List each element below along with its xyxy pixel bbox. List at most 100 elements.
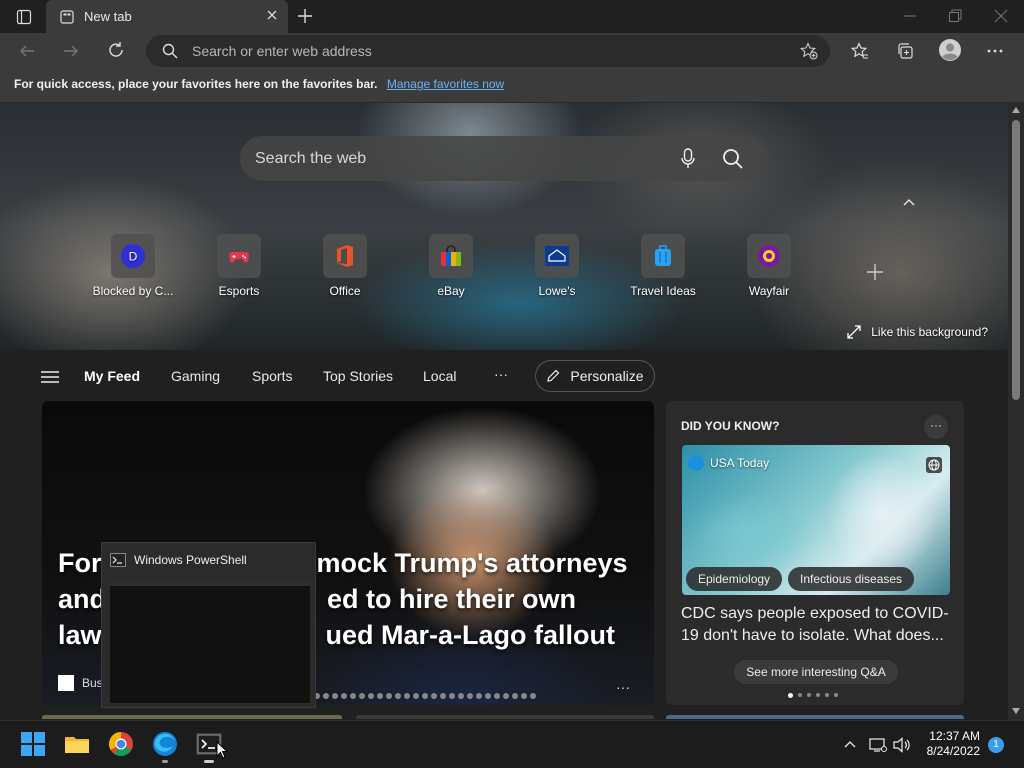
- see-more-qa-button[interactable]: See more interesting Q&A: [734, 660, 898, 684]
- tab-new-tab[interactable]: New tab: [46, 0, 288, 33]
- carousel-dot[interactable]: [476, 693, 482, 699]
- system-clock[interactable]: 12:37 AM 8/24/2022: [927, 729, 980, 759]
- add-favorite-icon[interactable]: [800, 42, 818, 60]
- new-tab-plus-icon[interactable]: [296, 7, 314, 25]
- settings-more-icon[interactable]: [986, 42, 1004, 60]
- show-hidden-icons-chevron-icon[interactable]: [843, 739, 857, 749]
- scroll-up-arrow-icon[interactable]: [1012, 107, 1020, 113]
- web-search-icon[interactable]: [722, 148, 744, 170]
- scroll-down-arrow-icon[interactable]: [1012, 708, 1020, 714]
- address-bar[interactable]: [146, 35, 830, 67]
- web-search-box[interactable]: [240, 136, 768, 181]
- carousel-dot[interactable]: [494, 693, 500, 699]
- quick-link-wayfair[interactable]: Wayfair: [719, 234, 819, 298]
- collections-icon[interactable]: [896, 42, 914, 60]
- forward-icon[interactable]: [62, 42, 80, 60]
- address-input[interactable]: [192, 42, 752, 60]
- carousel-dot[interactable]: [359, 693, 365, 699]
- microphone-icon[interactable]: [680, 148, 696, 170]
- carousel-dot[interactable]: [341, 693, 347, 699]
- carousel-dot[interactable]: [807, 693, 811, 697]
- tab-local[interactable]: Local: [423, 368, 456, 384]
- carousel-dot[interactable]: [377, 693, 383, 699]
- powershell-taskbar-preview[interactable]: Windows PowerShell: [101, 542, 316, 708]
- did-you-know-card[interactable]: DID YOU KNOW? ··· USA Today Epidemiology…: [666, 401, 964, 705]
- carousel-dot[interactable]: [825, 693, 829, 697]
- carousel-dot[interactable]: [503, 693, 509, 699]
- did-you-know-more-button[interactable]: ···: [924, 415, 948, 439]
- page-scrollbar[interactable]: [1008, 103, 1024, 720]
- favorites-icon[interactable]: [851, 42, 869, 60]
- did-you-know-question[interactable]: CDC says people exposed to COVID-19 don'…: [681, 603, 953, 647]
- carousel-dot[interactable]: [368, 693, 374, 699]
- collapse-chevron-up-icon[interactable]: [902, 197, 916, 207]
- tab-gaming[interactable]: Gaming: [171, 368, 220, 384]
- carousel-dot[interactable]: [440, 693, 446, 699]
- refresh-icon[interactable]: [107, 41, 125, 59]
- back-icon[interactable]: [18, 42, 36, 60]
- did-you-know-image[interactable]: USA Today Epidemiology Infectious diseas…: [682, 445, 950, 595]
- add-quick-link-plus-icon[interactable]: [866, 263, 884, 281]
- carousel-dot[interactable]: [350, 693, 356, 699]
- chrome-icon[interactable]: [108, 731, 134, 757]
- clock-time: 12:37 AM: [929, 729, 980, 743]
- clock-date: 8/24/2022: [926, 744, 980, 758]
- carousel-dot[interactable]: [458, 693, 464, 699]
- carousel-dot[interactable]: [404, 693, 410, 699]
- carousel-dot[interactable]: [386, 693, 392, 699]
- tab-sports[interactable]: Sports: [252, 368, 292, 384]
- terminal-icon: [110, 553, 126, 567]
- manage-favorites-link[interactable]: Manage favorites now: [387, 77, 504, 91]
- feed-navigation: My Feed Gaming Sports Top Stories Local …: [0, 350, 1008, 400]
- quick-link-ebay[interactable]: eBay: [401, 234, 501, 298]
- story-more-button[interactable]: ···: [616, 679, 630, 695]
- tag-infectious-diseases[interactable]: Infectious diseases: [788, 567, 915, 591]
- network-icon[interactable]: [869, 737, 887, 753]
- edge-icon[interactable]: [152, 731, 178, 763]
- tab-top-stories[interactable]: Top Stories: [323, 368, 393, 384]
- quick-link-travel-ideas[interactable]: Travel Ideas: [613, 234, 713, 298]
- restore-icon[interactable]: [948, 8, 962, 24]
- globe-icon[interactable]: [926, 457, 942, 473]
- quick-link-lowes[interactable]: Lowe's: [507, 234, 607, 298]
- tab-my-feed[interactable]: My Feed: [84, 368, 140, 384]
- carousel-dot[interactable]: [521, 693, 527, 699]
- gamepad-icon: [217, 234, 261, 278]
- carousel-dot[interactable]: [449, 693, 455, 699]
- quick-link-esports[interactable]: Esports: [189, 234, 289, 298]
- more-tabs-button[interactable]: ···: [494, 366, 508, 382]
- volume-icon[interactable]: [893, 737, 911, 753]
- notification-badge[interactable]: 1: [988, 737, 1004, 753]
- mouse-cursor-icon: [216, 741, 228, 759]
- windows-start-icon[interactable]: [20, 731, 46, 757]
- carousel-dot[interactable]: [467, 693, 473, 699]
- carousel-dot[interactable]: [413, 693, 419, 699]
- minimize-icon[interactable]: [903, 8, 917, 24]
- quick-link-label: Lowe's: [538, 284, 576, 298]
- web-search-input[interactable]: [255, 149, 655, 169]
- carousel-dot[interactable]: [422, 693, 428, 699]
- carousel-dot[interactable]: [512, 693, 518, 699]
- carousel-dot[interactable]: [798, 693, 802, 697]
- carousel-dot[interactable]: [323, 693, 329, 699]
- tag-epidemiology[interactable]: Epidemiology: [686, 567, 783, 591]
- scrollbar-thumb[interactable]: [1012, 120, 1020, 400]
- carousel-dot[interactable]: [834, 693, 838, 697]
- carousel-dot[interactable]: [485, 693, 491, 699]
- close-window-icon[interactable]: [994, 8, 1008, 24]
- carousel-dot[interactable]: [431, 693, 437, 699]
- profile-avatar[interactable]: [939, 39, 961, 61]
- personalize-button[interactable]: Personalize: [535, 360, 655, 392]
- carousel-dot[interactable]: [788, 693, 793, 698]
- carousel-dot[interactable]: [816, 693, 820, 697]
- like-background-link[interactable]: Like this background?: [847, 325, 988, 339]
- carousel-dot[interactable]: [530, 693, 536, 699]
- carousel-dot[interactable]: [332, 693, 338, 699]
- quick-link-office[interactable]: Office: [295, 234, 395, 298]
- carousel-dot[interactable]: [395, 693, 401, 699]
- file-explorer-icon[interactable]: [64, 731, 90, 757]
- close-tab-icon[interactable]: [266, 9, 278, 21]
- quick-link-blocked[interactable]: D Blocked by C...: [83, 234, 183, 298]
- tab-actions-icon[interactable]: [16, 9, 32, 25]
- hamburger-menu-icon[interactable]: [41, 370, 59, 384]
